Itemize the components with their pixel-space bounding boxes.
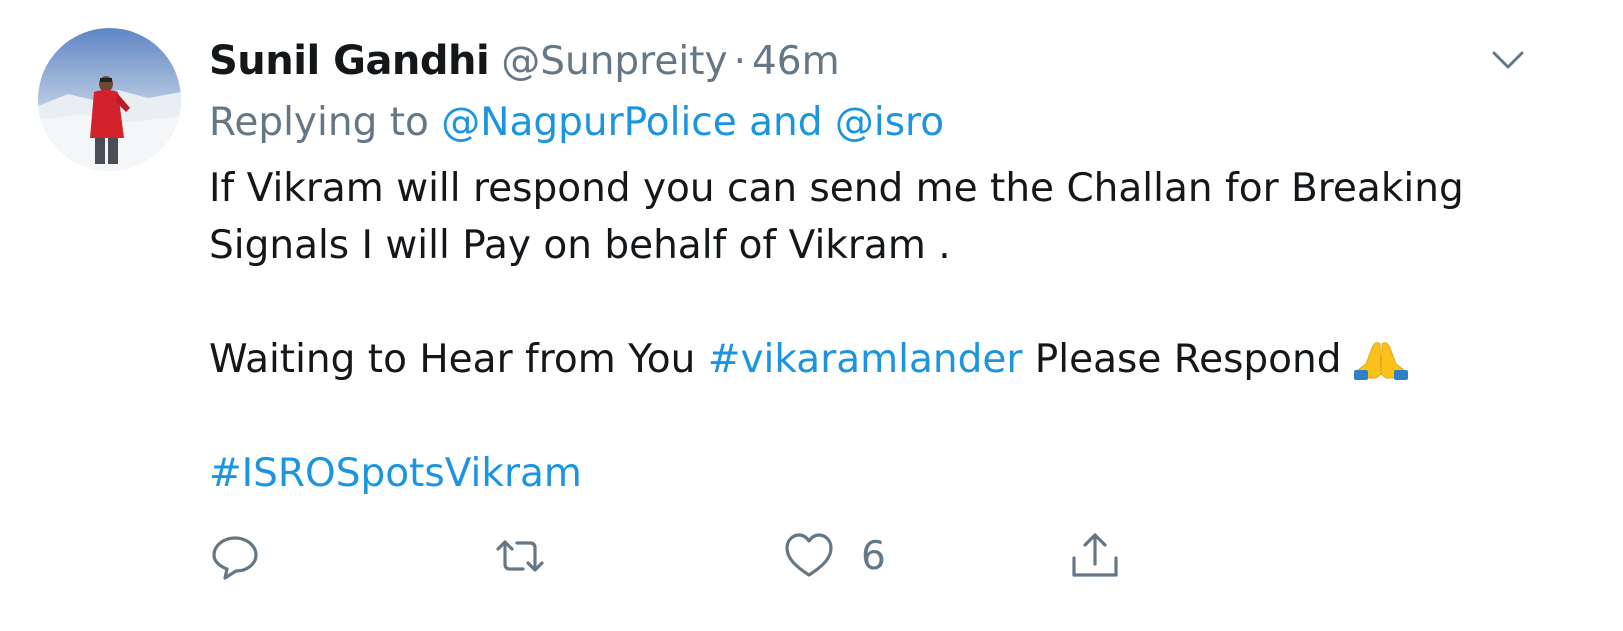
tweet-line-2-before: Waiting to Hear from You — [209, 337, 696, 382]
reply-button[interactable] — [209, 528, 261, 584]
like-button[interactable]: 6 — [783, 528, 886, 584]
tweet-line-1: If Vikram will respond you can send me t… — [209, 166, 1464, 268]
display-name[interactable]: Sunil Gandhi — [209, 38, 490, 84]
retweet-icon — [496, 540, 544, 572]
tweet-line-2-after: Please Respond — [1034, 337, 1342, 382]
chevron-down-icon — [1492, 51, 1524, 69]
hashtag-vikaramlander[interactable]: #vikaramlander — [708, 337, 1023, 382]
tweet-line-3: #ISROSpotsVikram — [209, 445, 1509, 502]
separator-dot: · — [733, 39, 746, 84]
tweet-text: If Vikram will respond you can send me t… — [209, 160, 1509, 502]
like-count: 6 — [861, 533, 886, 579]
heart-icon — [785, 533, 833, 577]
share-button[interactable] — [1069, 528, 1121, 584]
hashtag-isrospotsvikram[interactable]: #ISROSpotsVikram — [209, 451, 582, 496]
replying-to: Replying to @NagpurPolice and @isro — [209, 98, 944, 148]
share-icon — [1072, 533, 1118, 577]
avatar[interactable] — [38, 28, 181, 171]
tweet-header: Sunil Gandhi @Sunpreity · 46m — [209, 36, 840, 86]
tweet: Sunil Gandhi @Sunpreity · 46m Replying to @… — [0, 0, 1623, 631]
user-handle[interactable]: @Sunpreity — [501, 39, 727, 84]
avatar-image — [38, 28, 181, 171]
reply-icon — [212, 536, 258, 580]
folded-hands-icon — [1353, 342, 1408, 380]
mention-isro[interactable]: @isro — [835, 100, 944, 145]
more-options-button[interactable] — [1488, 40, 1528, 80]
replying-and[interactable]: and — [749, 100, 822, 145]
tweet-actions: 6 — [209, 528, 1209, 584]
mention-nagpurpolice[interactable]: @NagpurPolice — [441, 100, 736, 145]
retweet-button[interactable] — [494, 528, 546, 584]
tweet-line-2: Waiting to Hear from You #vikaramlander … — [209, 331, 1509, 388]
replying-prefix: Replying to — [209, 100, 429, 145]
timestamp[interactable]: 46m — [752, 39, 840, 84]
